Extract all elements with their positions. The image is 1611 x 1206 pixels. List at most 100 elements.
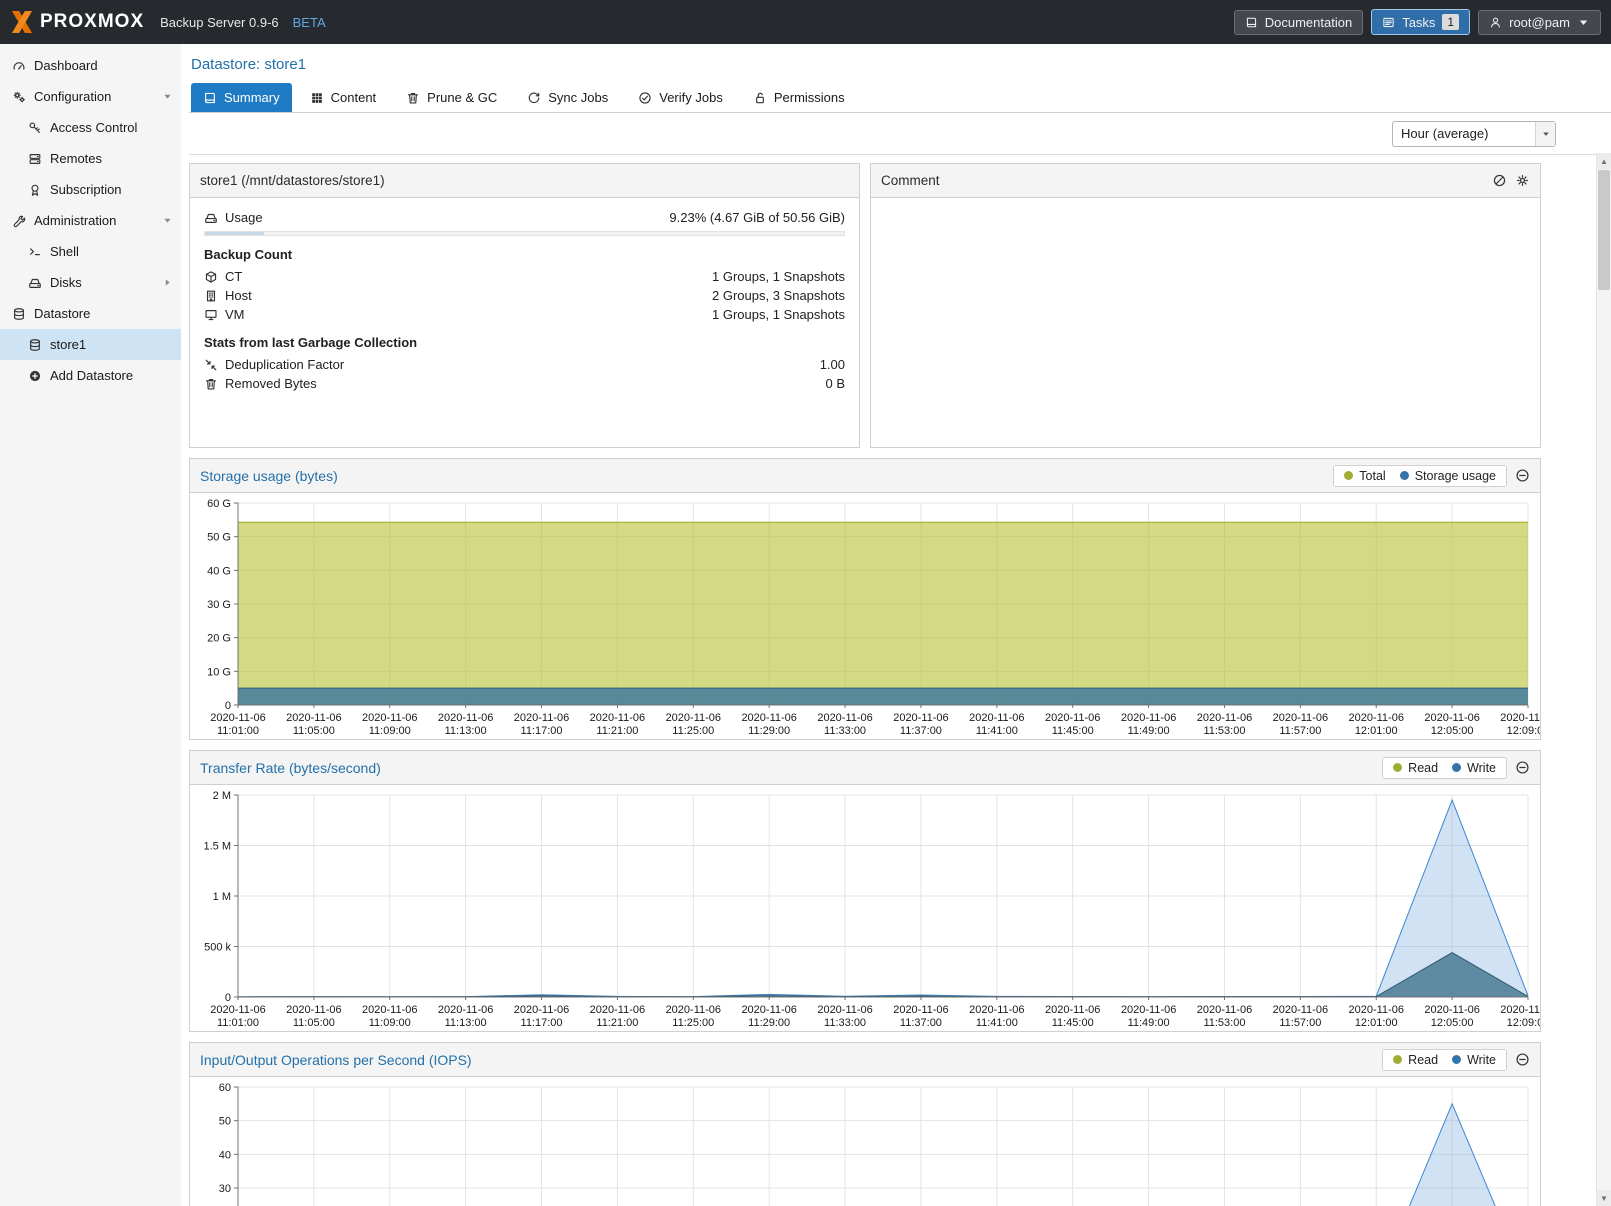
legend-item-read[interactable]: Read: [1393, 1053, 1438, 1067]
tasks-label: Tasks: [1402, 15, 1435, 30]
legend-item-write[interactable]: Write: [1452, 761, 1496, 775]
legend-label: Read: [1408, 1053, 1438, 1067]
legend-item-total[interactable]: Total: [1344, 469, 1385, 483]
sidebar-item-subscription[interactable]: Subscription: [0, 174, 181, 205]
svg-text:2020-11-06: 2020-11-06: [1045, 712, 1100, 724]
chart-legend: Read Write: [1382, 1049, 1507, 1071]
svg-text:11:41:00: 11:41:00: [976, 725, 1018, 737]
sidebar-item-store1[interactable]: store1: [0, 329, 181, 360]
gear-icon[interactable]: [1515, 173, 1530, 188]
svg-text:11:53:00: 11:53:00: [1203, 725, 1245, 737]
legend-label: Write: [1467, 761, 1496, 775]
sidebar-item-label: Subscription: [50, 182, 122, 197]
svg-text:11:29:00: 11:29:00: [748, 725, 790, 737]
wrench-icon: [12, 214, 26, 228]
legend-dot: [1393, 1055, 1402, 1064]
svg-text:2020-11-06: 2020-11-06: [1197, 712, 1252, 724]
vertical-scrollbar[interactable]: ▲ ▼: [1596, 153, 1611, 1206]
chevron-down-icon[interactable]: [162, 91, 173, 102]
tab-verify-jobs[interactable]: Verify Jobs: [626, 83, 735, 112]
legend-item-storage-usage[interactable]: Storage usage: [1400, 469, 1496, 483]
top-bar: PROXMOX Backup Server 0.9-6 BETA Documen…: [0, 0, 1611, 44]
svg-text:11:41:00: 11:41:00: [976, 1017, 1018, 1029]
legend-label: Write: [1467, 1053, 1496, 1067]
tab-content[interactable]: Content: [298, 83, 389, 112]
backup-count-heading: Backup Count: [204, 247, 845, 262]
tasks-button[interactable]: Tasks 1: [1371, 9, 1470, 35]
svg-text:2 M: 2 M: [213, 790, 231, 802]
vm-value: 1 Groups, 1 Snapshots: [712, 307, 845, 322]
tab-prune-gc[interactable]: Prune & GC: [394, 83, 509, 112]
documentation-button[interactable]: Documentation: [1234, 10, 1363, 35]
svg-text:2020-11-06: 2020-11-06: [1349, 712, 1404, 724]
server-icon: [28, 152, 42, 166]
svg-text:1.5 M: 1.5 M: [203, 841, 231, 853]
user-menu-button[interactable]: root@pam: [1478, 10, 1601, 35]
svg-text:40: 40: [219, 1149, 231, 1161]
collapse-icon[interactable]: [1515, 1052, 1530, 1067]
key-icon: [28, 121, 42, 135]
tab-label: Permissions: [774, 90, 845, 105]
usage-value: 9.23% (4.67 GiB of 50.56 GiB): [669, 210, 845, 225]
svg-text:1 M: 1 M: [213, 891, 231, 903]
svg-text:11:13:00: 11:13:00: [445, 725, 487, 737]
sidebar-item-add-datastore[interactable]: Add Datastore: [0, 360, 181, 391]
legend-label: Storage usage: [1415, 469, 1496, 483]
sidebar-item-access-control[interactable]: Access Control: [0, 112, 181, 143]
slash-circle-icon[interactable]: [1492, 173, 1507, 188]
chart-toolbar: Hour (average): [189, 113, 1611, 155]
svg-text:2020-11-06: 2020-11-06: [1424, 712, 1479, 724]
comment-body[interactable]: [871, 198, 1540, 447]
svg-text:20 G: 20 G: [207, 633, 231, 645]
collapse-icon[interactable]: [1515, 468, 1530, 483]
svg-text:2020-11-06: 2020-11-06: [817, 712, 872, 724]
sidebar-item-administration[interactable]: Administration: [0, 205, 181, 236]
svg-text:2020-11-06: 2020-11-06: [817, 1004, 872, 1016]
brand-name: PROXMOX: [40, 11, 144, 33]
usage-progressbar: [204, 231, 845, 236]
sidebar-item-shell[interactable]: Shell: [0, 236, 181, 267]
svg-text:2020-11-06: 2020-11-06: [969, 1004, 1024, 1016]
scroll-down-button[interactable]: ▼: [1597, 1190, 1611, 1206]
datastore-summary-panel: store1 (/mnt/datastores/store1) Usage 9.…: [189, 163, 860, 448]
scroll-up-button[interactable]: ▲: [1597, 153, 1611, 169]
svg-text:0: 0: [225, 700, 231, 712]
sidebar-item-datastore[interactable]: Datastore: [0, 298, 181, 329]
timeframe-select[interactable]: Hour (average): [1392, 121, 1556, 147]
comment-panel: Comment: [870, 163, 1541, 448]
sidebar-item-disks[interactable]: Disks: [0, 267, 181, 298]
scrollbar-thumb[interactable]: [1598, 170, 1610, 290]
dedup-label: Deduplication Factor: [225, 357, 344, 372]
panel-title: store1 (/mnt/datastores/store1): [200, 173, 385, 188]
host-value: 2 Groups, 3 Snapshots: [712, 288, 845, 303]
tab-label: Content: [331, 90, 377, 105]
chevron-right-icon[interactable]: [162, 277, 173, 288]
sidebar-item-configuration[interactable]: Configuration: [0, 81, 181, 112]
compress-icon: [204, 358, 218, 372]
chevron-down-icon[interactable]: [1535, 122, 1555, 146]
hdd-icon: [204, 211, 218, 225]
check-circle-icon: [638, 91, 652, 105]
legend-label: Total: [1359, 469, 1385, 483]
sidebar-item-dashboard[interactable]: Dashboard: [0, 50, 181, 81]
sidebar-item-remotes[interactable]: Remotes: [0, 143, 181, 174]
svg-text:2020-11-06: 2020-11-06: [438, 1004, 493, 1016]
svg-text:11:37:00: 11:37:00: [900, 725, 942, 737]
tasks-icon: [1382, 16, 1395, 29]
svg-text:11:45:00: 11:45:00: [1052, 725, 1094, 737]
timeframe-value: Hour (average): [1393, 126, 1535, 141]
tab-summary[interactable]: Summary: [191, 83, 292, 112]
chevron-down-icon[interactable]: [162, 215, 173, 226]
panel-title: Comment: [881, 173, 940, 188]
tab-sync-jobs[interactable]: Sync Jobs: [515, 83, 620, 112]
legend-item-write[interactable]: Write: [1452, 1053, 1496, 1067]
refresh-icon: [527, 91, 541, 105]
tab-bar: Summary Content Prune & GC Sync Jobs Ver…: [189, 83, 1611, 113]
collapse-icon[interactable]: [1515, 760, 1530, 775]
dedup-value: 1.00: [820, 357, 845, 372]
beta-link[interactable]: BETA: [293, 15, 326, 30]
legend-item-read[interactable]: Read: [1393, 761, 1438, 775]
cube-icon: [204, 270, 218, 284]
tab-permissions[interactable]: Permissions: [741, 83, 857, 112]
page-title: Datastore: store1: [189, 44, 1611, 83]
